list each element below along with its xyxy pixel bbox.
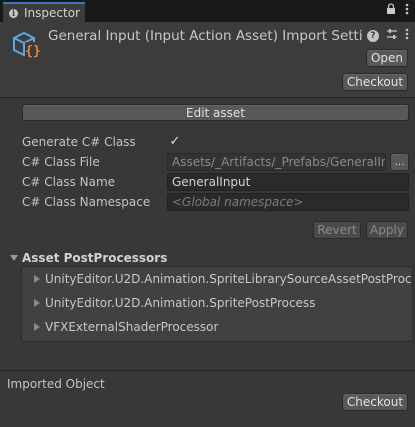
generate-class-checkbox[interactable]: ✓ xyxy=(167,134,183,150)
header-icons: ? xyxy=(367,28,409,43)
revert-button[interactable]: Revert xyxy=(313,221,361,239)
class-file-label: C# Class File xyxy=(22,155,100,169)
header-kebab-menu-icon[interactable] xyxy=(405,28,409,43)
list-item-label: VFXExternalShaderProcessor xyxy=(45,320,219,334)
imported-object-label: Imported Object xyxy=(7,377,105,391)
class-namespace-field[interactable]: <Global namespace> xyxy=(167,193,409,211)
lock-icon[interactable] xyxy=(386,3,396,19)
tab-inspector-label: Inspector xyxy=(24,6,80,20)
list-item-label: UnityEditor.U2D.Animation.SpritePostProc… xyxy=(45,296,316,310)
browse-button[interactable]: ... xyxy=(390,153,409,171)
class-namespace-label: C# Class Namespace xyxy=(22,195,151,209)
help-icon[interactable]: ? xyxy=(367,29,379,42)
postprocessors-foldout[interactable]: Asset PostProcessors xyxy=(10,250,167,266)
generate-class-label: Generate C# Class xyxy=(22,135,136,149)
settings-sliders-icon[interactable] xyxy=(386,28,398,43)
footer-checkout-button[interactable]: Checkout xyxy=(342,393,408,411)
class-file-field[interactable]: Assets/_Artifacts/_Prefabs/GeneralInpu xyxy=(167,153,386,171)
foldout-collapsed-icon xyxy=(34,299,40,307)
svg-text:{}: {} xyxy=(25,44,41,59)
input-action-asset-icon: {} xyxy=(10,28,44,62)
foldout-collapsed-icon xyxy=(34,323,40,331)
tab-inspector[interactable]: i Inspector xyxy=(3,2,85,22)
list-item[interactable]: UnityEditor.U2D.Animation.SpriteLibraryS… xyxy=(34,270,413,288)
apply-button[interactable]: Apply xyxy=(366,221,408,239)
header-title: General Input (Input Action Asset) Impor… xyxy=(48,28,362,44)
tab-bar: i Inspector xyxy=(0,0,415,22)
info-icon: i xyxy=(9,8,18,18)
footer-divider xyxy=(0,370,415,371)
postprocessors-list: UnityEditor.U2D.Animation.SpriteLibraryS… xyxy=(21,266,413,342)
edit-asset-button[interactable]: Edit asset xyxy=(22,104,409,121)
class-name-label: C# Class Name xyxy=(22,175,116,189)
postprocessors-title: Asset PostProcessors xyxy=(22,251,168,265)
kebab-menu-icon[interactable] xyxy=(405,3,409,19)
list-item-label: UnityEditor.U2D.Animation.SpriteLibraryS… xyxy=(45,272,413,286)
list-item[interactable]: UnityEditor.U2D.Animation.SpritePostProc… xyxy=(34,294,315,312)
tab-bar-icons xyxy=(386,3,409,19)
list-item[interactable]: VFXExternalShaderProcessor xyxy=(34,318,218,336)
open-button[interactable]: Open xyxy=(366,49,408,67)
class-name-field[interactable]: GeneralInput xyxy=(167,173,409,191)
header-checkout-button[interactable]: Checkout xyxy=(342,73,408,91)
foldout-collapsed-icon xyxy=(34,275,40,283)
foldout-expanded-icon xyxy=(10,255,18,261)
